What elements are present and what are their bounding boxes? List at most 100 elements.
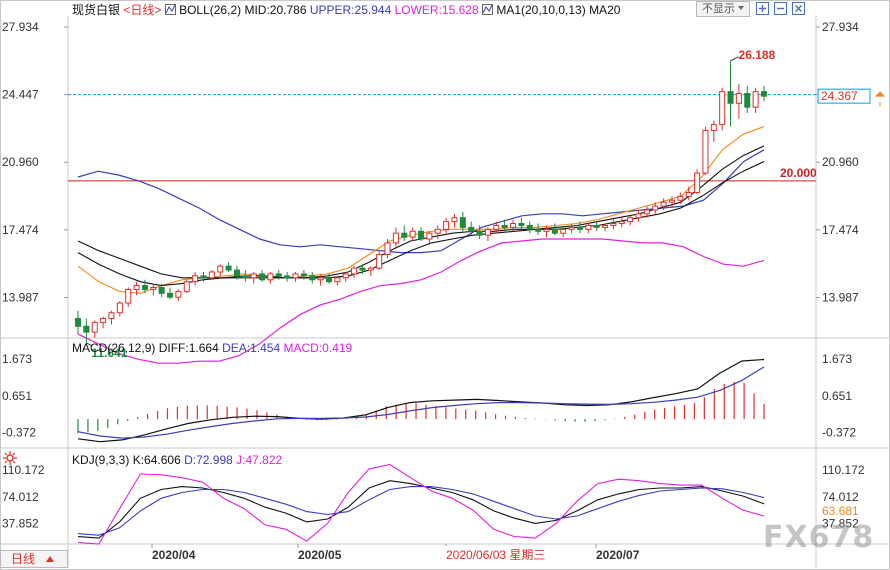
- candle-body: [526, 224, 533, 230]
- candle-body: [543, 228, 550, 232]
- candle: [167, 287, 174, 300]
- macd-value: MACD:0.419: [283, 341, 353, 355]
- candle: [468, 221, 475, 236]
- candle: [710, 120, 717, 143]
- kdj-j-line: [77, 463, 765, 545]
- candle: [735, 83, 742, 119]
- candle: [568, 223, 575, 234]
- candle-body: [91, 321, 98, 333]
- candle-body: [459, 217, 466, 228]
- macd-tick-left: 1.673: [2, 352, 32, 366]
- hide-indicator-button[interactable]: 不显示: [696, 1, 750, 17]
- candle: [284, 272, 291, 282]
- time-label: 2020/04: [152, 548, 196, 562]
- candle: [585, 223, 592, 234]
- candle-body: [468, 226, 475, 232]
- candle: [74, 310, 82, 335]
- candle: [108, 310, 115, 325]
- candle: [267, 272, 274, 284]
- candle-body: [409, 230, 416, 238]
- kdj-d-line: [77, 486, 765, 536]
- kdj-tick-left: 74.012: [2, 490, 39, 504]
- candle: [694, 169, 701, 195]
- candle: [627, 215, 634, 226]
- candle: [309, 272, 316, 284]
- candle: [459, 211, 466, 232]
- candle: [535, 223, 542, 236]
- macd-tick-left: 0.651: [2, 389, 32, 403]
- boll-upper: UPPER:25.944: [309, 3, 392, 17]
- ma-line-3: [77, 161, 765, 279]
- candle-body: [426, 232, 433, 240]
- candle-body: [208, 271, 215, 279]
- candle: [150, 283, 157, 296]
- candle-body: [284, 275, 291, 279]
- candle: [593, 221, 600, 232]
- dropdown-arrow-icon: [738, 6, 745, 10]
- price-tick-right: 17.474: [822, 223, 859, 237]
- candle: [91, 320, 98, 338]
- candle-body: [434, 228, 441, 234]
- candle-body: [167, 292, 174, 298]
- candle: [116, 301, 123, 317]
- chart-header: 现货白银 <日线> BOLL(26,2) MID:20.786 UPPER:25…: [72, 1, 620, 17]
- macd-tick-right: 1.673: [822, 352, 852, 366]
- candle: [376, 250, 383, 271]
- period-button[interactable]: 日线: [0, 550, 68, 568]
- candle-body: [668, 199, 675, 203]
- candle: [367, 266, 374, 276]
- period-button-label: 日线: [11, 552, 36, 566]
- kdj-tick-left: 110.172: [2, 463, 45, 477]
- ma-line-1: [77, 125, 765, 294]
- hide-indicator-label: 不显示: [701, 3, 735, 15]
- candle-body: [510, 223, 517, 228]
- candle: [401, 225, 408, 241]
- candle-body: [334, 277, 341, 283]
- boll-indicator-icon: [164, 4, 176, 15]
- candle-body: [351, 267, 358, 275]
- candle: [543, 225, 550, 238]
- candle: [342, 272, 349, 282]
- time-label: 2020/06/03 星期三: [446, 548, 545, 562]
- candle-body: [233, 269, 240, 277]
- close-icon[interactable]: [792, 2, 805, 15]
- candle-body: [225, 265, 232, 271]
- price-tick-left: 27.934: [2, 20, 39, 34]
- candle-body: [451, 217, 458, 223]
- candle-body: [585, 224, 592, 230]
- macd-diff: DIFF:1.664: [158, 341, 219, 355]
- boll-lower: LOWER:15.628: [394, 3, 479, 17]
- high-marker: [730, 56, 739, 62]
- plus-square-icon[interactable]: [756, 2, 769, 15]
- candle-body: [342, 273, 349, 279]
- macd-tick-right: -0.372: [822, 425, 856, 439]
- candle-body: [652, 205, 659, 211]
- candle-body: [493, 224, 500, 230]
- candle: [259, 270, 266, 282]
- macd-diff-line: [77, 358, 765, 443]
- price-tick-right: 27.934: [822, 20, 859, 34]
- candle-body: [719, 91, 726, 126]
- candle: [225, 262, 232, 272]
- candle: [560, 227, 567, 238]
- candle: [702, 126, 709, 176]
- minus-square-icon[interactable]: [774, 2, 787, 15]
- kdj-k-line: [77, 480, 765, 539]
- period-tag[interactable]: <日线>: [123, 3, 161, 17]
- price-tick-left: 13.987: [2, 290, 39, 304]
- candle-body: [476, 230, 483, 236]
- kdj-k: K:64.606: [132, 453, 181, 467]
- candle: [526, 221, 533, 234]
- candle: [417, 227, 425, 241]
- kdj-j: J:47.822: [236, 453, 283, 467]
- candle-body: [610, 223, 617, 226]
- macd-label: MACD(26,12,9): [72, 341, 156, 355]
- candle: [752, 87, 759, 113]
- candle-body: [108, 312, 115, 320]
- gear-icon[interactable]: [3, 451, 17, 465]
- candle-body: [501, 224, 508, 228]
- candle-body: [752, 91, 759, 108]
- candle-body: [317, 277, 324, 281]
- candle-body: [627, 217, 634, 223]
- candle-body: [83, 325, 90, 333]
